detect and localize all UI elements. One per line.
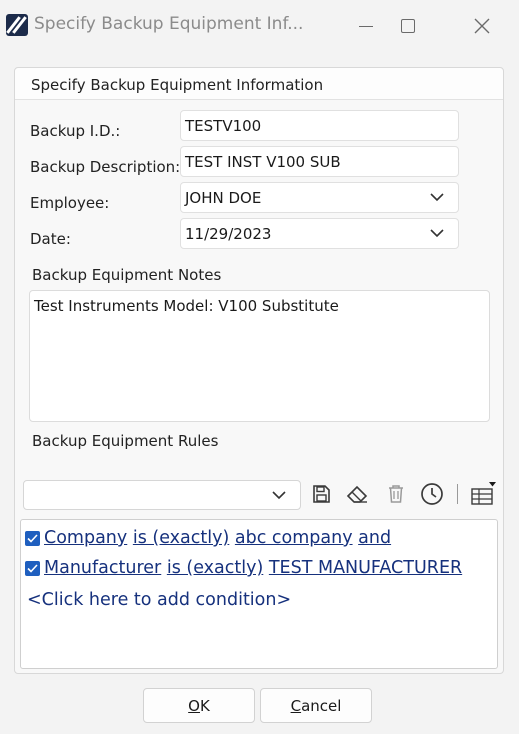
employee-value: JOHN DOE [185, 188, 262, 207]
window-title: Specify Backup Equipment Inf... [34, 14, 304, 34]
chevron-down-icon [430, 229, 444, 238]
condition-checkbox[interactable] [25, 560, 40, 576]
app-logo-icon [6, 14, 28, 36]
add-condition-link[interactable]: <Click here to add condition> [27, 590, 291, 610]
condition-field[interactable]: Company [44, 528, 127, 548]
close-button[interactable] [462, 10, 502, 42]
close-icon [474, 18, 490, 34]
cancel-button[interactable]: Cancel [260, 688, 372, 723]
backup-id-value: TESTV100 [185, 116, 262, 135]
maximize-icon [401, 19, 415, 33]
eraser-icon [346, 485, 368, 503]
condition-value[interactable]: abc company [235, 528, 353, 548]
save-rule-button[interactable] [308, 481, 334, 507]
date-value: 11/29/2023 [185, 224, 272, 243]
notes-textarea[interactable]: Test Instruments Model: V100 Substitute [29, 290, 490, 422]
check-icon [27, 563, 38, 573]
condition-operator[interactable]: is (exactly) [133, 528, 229, 548]
table-options-button[interactable] [468, 481, 498, 507]
cancel-label: ancel [301, 696, 342, 715]
condition-joiner[interactable]: and [358, 528, 391, 548]
description-value: TEST INST V100 SUB [185, 152, 341, 171]
cancel-mnemonic: C [290, 696, 302, 715]
rules-editor[interactable]: Company is (exactly) abc company and Man… [20, 519, 498, 669]
backup-id-input[interactable]: TESTV100 [180, 110, 459, 141]
notes-value: Test Instruments Model: V100 Substitute [34, 297, 339, 315]
notes-label: Backup Equipment Notes [32, 266, 222, 284]
minimize-icon [359, 25, 373, 27]
delete-icon [389, 485, 403, 503]
employee-select[interactable]: JOHN DOE [180, 182, 459, 213]
condition-checkbox[interactable] [25, 530, 40, 546]
chevron-down-icon [430, 193, 444, 202]
ok-label: K [199, 696, 210, 715]
maximize-button[interactable] [388, 10, 428, 42]
check-icon [27, 533, 38, 543]
ok-mnemonic: O [188, 696, 200, 715]
description-input[interactable]: TEST INST V100 SUB [180, 146, 459, 177]
history-icon [421, 483, 443, 505]
panel-title: Specify Backup Equipment Information [31, 76, 324, 94]
table-options-icon [471, 482, 496, 505]
chevron-down-icon [272, 491, 286, 500]
date-label: Date: [30, 230, 71, 248]
condition-row: Manufacturer is (exactly) TEST MANUFACTU… [25, 558, 462, 578]
condition-operator[interactable]: is (exactly) [167, 558, 263, 578]
minimize-button[interactable] [346, 10, 386, 42]
title-bar: Specify Backup Equipment Inf... [0, 0, 519, 52]
toolbar-separator [457, 484, 458, 504]
history-button[interactable] [419, 481, 445, 507]
condition-field[interactable]: Manufacturer [44, 558, 161, 578]
condition-row: Company is (exactly) abc company and [25, 528, 391, 548]
rule-select[interactable] [23, 480, 301, 510]
save-icon [313, 485, 330, 503]
rules-label: Backup Equipment Rules [32, 432, 219, 450]
ok-button[interactable]: OK [143, 688, 255, 723]
delete-rule-button[interactable] [383, 481, 409, 507]
condition-value[interactable]: TEST MANUFACTURER [269, 558, 462, 578]
description-label: Backup Description: [30, 158, 181, 176]
backup-id-label: Backup I.D.: [30, 122, 121, 140]
clear-rule-button[interactable] [344, 481, 370, 507]
date-picker[interactable]: 11/29/2023 [180, 218, 459, 249]
employee-label: Employee: [30, 194, 110, 212]
panel-header: Specify Backup Equipment Information [15, 68, 503, 100]
